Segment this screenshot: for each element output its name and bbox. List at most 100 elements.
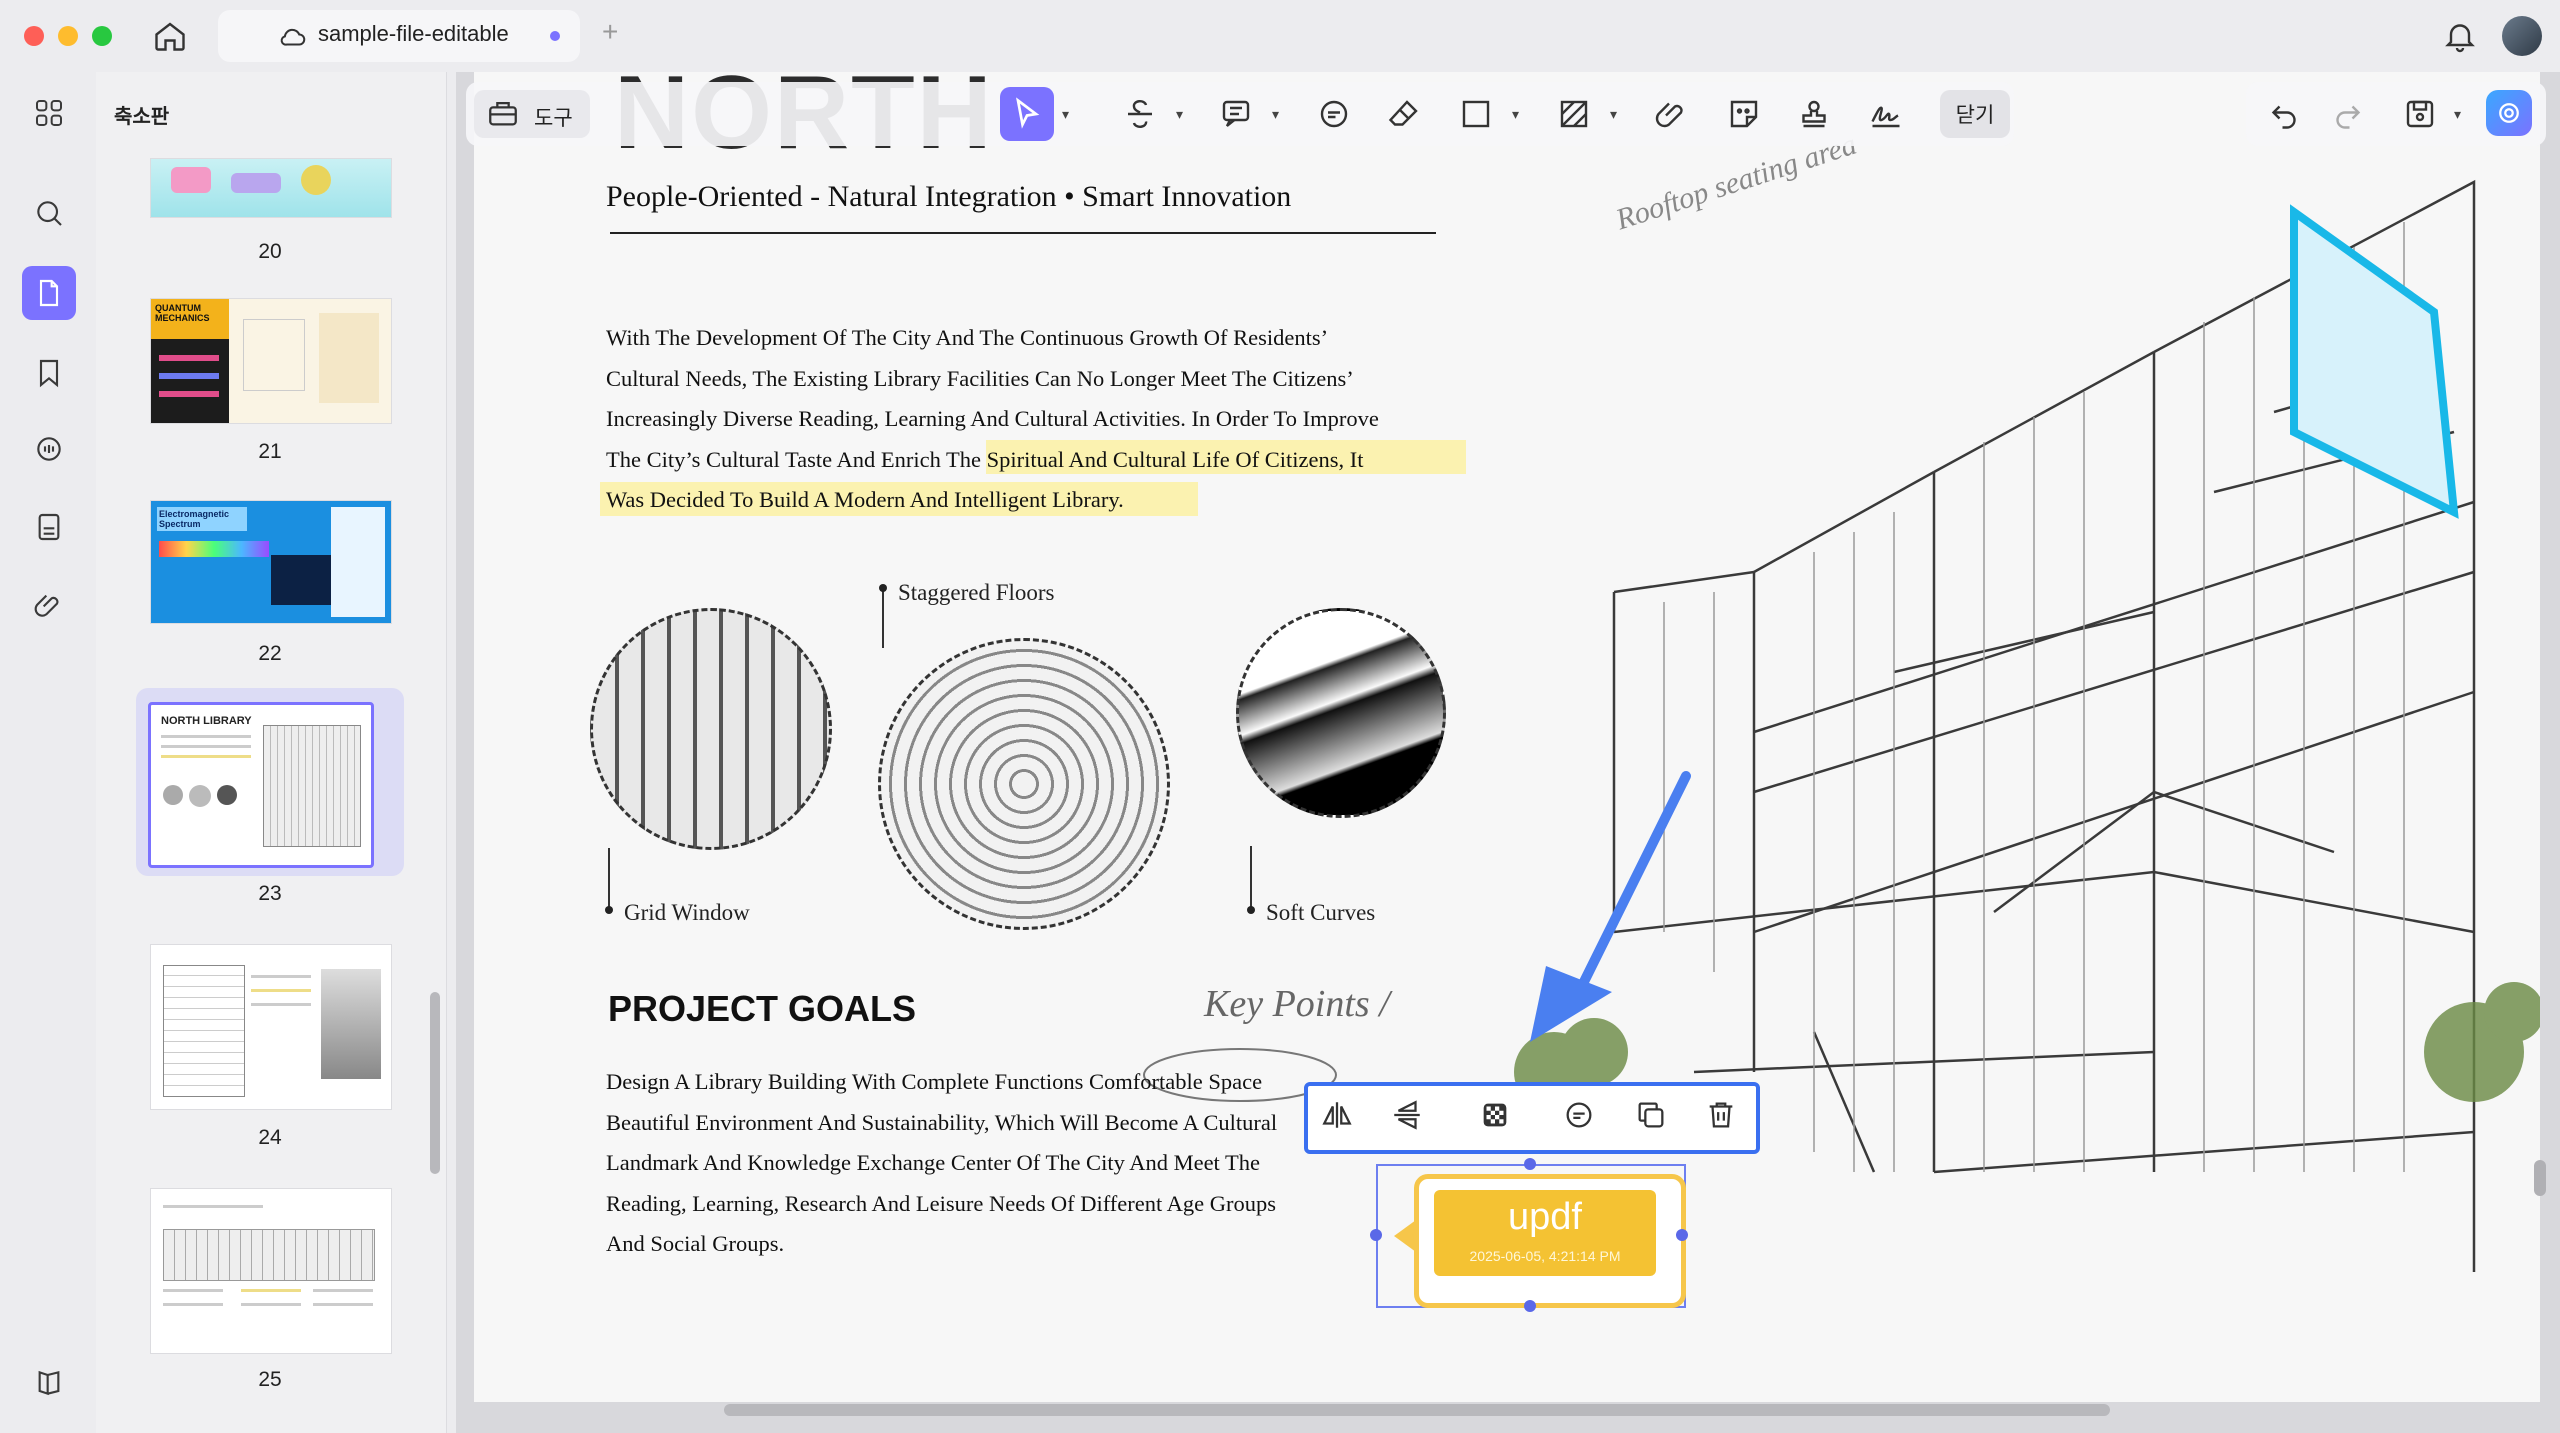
subtitle-divider xyxy=(610,232,1436,234)
cloud-icon xyxy=(278,22,308,52)
thumbnail-page-22[interactable]: Electromagnetic Spectrum xyxy=(150,500,392,624)
page-subtitle: People-Oriented - Natural Integration • … xyxy=(606,180,1292,213)
soft-curves-image[interactable] xyxy=(1236,608,1446,818)
thumbnail-number: 21 xyxy=(258,440,282,463)
grid-window-image[interactable] xyxy=(590,608,832,850)
thumbnail-scrollbar[interactable] xyxy=(430,992,440,1174)
horizontal-scrollbar[interactable] xyxy=(724,1404,2110,1416)
resize-handle-right[interactable] xyxy=(1676,1229,1688,1241)
thumbnail-label: Electromagnetic Spectrum xyxy=(157,507,247,531)
comment-icon[interactable] xyxy=(28,428,70,470)
redo-icon[interactable] xyxy=(2326,92,2370,136)
avatar[interactable] xyxy=(2502,16,2542,56)
text-line: Was Decided To Build A Modern And Intell… xyxy=(606,487,1124,512)
thumbnail-number: 25 xyxy=(258,1368,282,1391)
flip-vertical-icon[interactable] xyxy=(1386,1094,1428,1136)
document-icon[interactable] xyxy=(28,506,70,548)
intro-paragraph: With The Development Of The City And The… xyxy=(606,318,1379,521)
chevron-down-icon[interactable]: ▾ xyxy=(1272,106,1279,123)
chevron-down-icon[interactable]: ▾ xyxy=(1062,106,1069,123)
thumbnail-number: 24 xyxy=(258,1126,282,1149)
text-line: The City’s Cultural Taste And Enrich The… xyxy=(606,446,1364,472)
trash-icon[interactable] xyxy=(1700,1094,1742,1136)
text-line: Reading, Learning, Research And Leisure … xyxy=(606,1190,1277,1216)
arrow-annotation[interactable] xyxy=(1500,760,1710,1060)
text-line: Beautiful Environment And Sustainability… xyxy=(606,1109,1278,1135)
rectangle-icon[interactable] xyxy=(1454,92,1498,136)
flip-horizontal-icon[interactable] xyxy=(1316,1094,1358,1136)
comment-bubble-icon[interactable] xyxy=(1312,92,1356,136)
chevron-down-icon[interactable]: ▾ xyxy=(1610,106,1617,123)
pages-icon[interactable] xyxy=(22,266,76,320)
undo-icon[interactable] xyxy=(2262,92,2306,136)
caption-staggered-floors: Staggered Floors xyxy=(898,580,1055,605)
caption-line xyxy=(608,848,610,912)
vertical-scrollbar[interactable] xyxy=(2534,1160,2546,1196)
panel-title: 축소판 xyxy=(114,106,170,128)
caption-line xyxy=(1250,846,1252,910)
tab-title: sample-file-editable xyxy=(318,21,509,46)
signature-icon[interactable] xyxy=(1864,92,1908,136)
select-tool-icon[interactable] xyxy=(1000,87,1054,141)
toolbox-icon xyxy=(486,96,520,130)
chevron-down-icon[interactable]: ▾ xyxy=(1176,106,1183,123)
thumbnail-number: 22 xyxy=(258,642,282,665)
thumbnail-page-23[interactable]: NORTH LIBRARY xyxy=(148,702,374,868)
stamp-pointer xyxy=(1394,1220,1416,1252)
resize-handle-bottom[interactable] xyxy=(1524,1300,1536,1312)
home-icon[interactable] xyxy=(152,18,188,54)
caption-dot xyxy=(1247,906,1255,914)
thumbnail-label: QUANTUM MECHANICS xyxy=(151,299,229,339)
sidebar-toggle-icon[interactable] xyxy=(28,1362,70,1404)
search-icon[interactable] xyxy=(28,192,70,234)
text-line: Increasingly Diverse Reading, Learning A… xyxy=(606,406,1379,431)
thumbnail-page-25[interactable] xyxy=(150,1188,392,1354)
sketch-note: Key Points / xyxy=(1204,983,1390,1025)
thumbnail-page-21[interactable]: QUANTUM MECHANICS xyxy=(150,298,392,424)
close-tools-button[interactable]: 닫기 xyxy=(1940,90,2010,138)
opacity-icon[interactable] xyxy=(1474,1094,1516,1136)
save-icon[interactable] xyxy=(2398,92,2442,136)
thumbnail-page-24[interactable] xyxy=(150,944,392,1110)
sticker-icon[interactable] xyxy=(1722,92,1766,136)
resize-handle-left[interactable] xyxy=(1370,1229,1382,1241)
goals-paragraph: Design A Library Building With Complete … xyxy=(606,1062,1277,1265)
bookmark-icon[interactable] xyxy=(28,352,70,394)
bell-icon[interactable] xyxy=(2442,18,2478,54)
stamp-title: updf xyxy=(1508,1196,1582,1238)
resize-handle-top[interactable] xyxy=(1524,1158,1536,1170)
tools-label: 도구 xyxy=(534,107,573,130)
text-line: And Social Groups. xyxy=(606,1231,785,1256)
attachment-icon[interactable] xyxy=(28,584,70,626)
note-icon[interactable] xyxy=(1214,92,1258,136)
thumbnail-label: NORTH LIBRARY xyxy=(161,715,252,727)
paperclip-icon[interactable] xyxy=(1650,92,1694,136)
hatch-area-icon[interactable] xyxy=(1552,92,1596,136)
selection-toolbar xyxy=(1304,1082,1760,1154)
close-window-button[interactable] xyxy=(24,26,44,46)
goals-heading: PROJECT GOALS xyxy=(608,988,917,1029)
copy-icon[interactable] xyxy=(1630,1094,1672,1136)
strikethrough-icon[interactable] xyxy=(1118,92,1162,136)
chevron-down-icon[interactable]: ▾ xyxy=(1512,106,1519,123)
staggered-floors-image[interactable] xyxy=(878,638,1170,930)
new-tab-button[interactable]: + xyxy=(602,16,618,48)
stamp-icon[interactable] xyxy=(1792,92,1836,136)
stamp-date: 2025-06-05, 4:21:14 PM xyxy=(1469,1248,1621,1264)
chevron-down-icon[interactable]: ▾ xyxy=(2454,106,2461,123)
text-line: Cultural Needs, The Existing Library Fac… xyxy=(606,365,1354,391)
eraser-icon[interactable] xyxy=(1382,92,1426,136)
comment-bubble-icon[interactable] xyxy=(1558,1094,1600,1136)
caption-dot xyxy=(605,906,613,914)
minimize-window-button[interactable] xyxy=(58,26,78,46)
text-line: Landmark And Knowledge Exchange Center O… xyxy=(606,1150,1261,1175)
caption-dot xyxy=(879,584,887,592)
unsaved-dot xyxy=(550,31,560,41)
caption-line xyxy=(882,586,884,648)
zoom-window-button[interactable] xyxy=(92,26,112,46)
apps-grid-icon[interactable] xyxy=(28,92,70,134)
ai-assistant-icon[interactable] xyxy=(2486,90,2532,136)
thumbnail-page-20[interactable] xyxy=(150,158,392,218)
text-line: Design A Library Building With Complete … xyxy=(606,1069,1263,1094)
caption-soft-curves: Soft Curves xyxy=(1266,900,1376,925)
